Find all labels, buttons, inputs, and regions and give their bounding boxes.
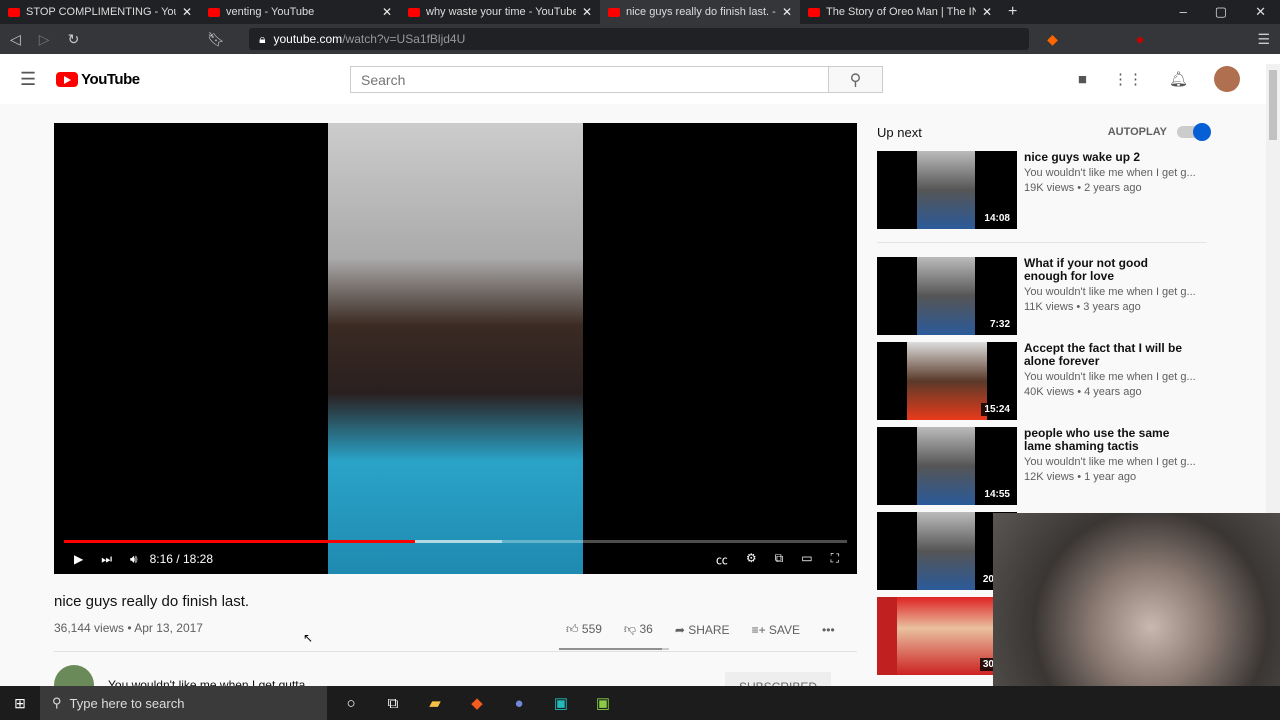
close-tab-icon[interactable]: ✕ (782, 5, 792, 19)
close-tab-icon[interactable]: ✕ (182, 5, 192, 19)
theater-mode-icon[interactable]: ▭ (801, 551, 812, 568)
avatar[interactable] (1214, 66, 1240, 92)
divider (54, 651, 857, 652)
youtube-logo[interactable]: YouTube (56, 71, 140, 88)
autoplay-label: AUTOPLAY (1107, 126, 1167, 138)
settings-gear-icon[interactable]: ⚙ (746, 551, 757, 568)
windows-start-icon[interactable]: ⊞ (0, 695, 40, 712)
browser-tab[interactable]: venting - YouTube ✕ (200, 0, 400, 24)
youtube-favicon-icon (208, 7, 220, 17)
search-box: ⚲ (350, 66, 883, 93)
forward-icon[interactable]: ▷ (39, 31, 50, 48)
cortana-icon[interactable]: ○ (341, 693, 361, 713)
video-player[interactable]: ▶ ⏭︎ 🔊︎ 8:16 / 18:28 ㏄ ⚙ ⧉ ▭ ⛶ (54, 123, 857, 574)
taskbar-search[interactable]: ⚲ Type here to search (40, 686, 327, 720)
lock-icon: 🔒︎ (259, 31, 266, 46)
fullscreen-icon[interactable]: ⛶ (831, 551, 839, 568)
search-input[interactable] (351, 67, 828, 92)
menu-icon[interactable]: ☰ (1257, 31, 1270, 48)
thumbs-down-icon: 👎︎ (623, 622, 637, 636)
next-icon[interactable]: ⏭︎ (101, 552, 112, 567)
new-tab-button[interactable]: + (1008, 3, 1017, 21)
back-icon[interactable]: ◁ (10, 31, 21, 48)
monitor-app-icon[interactable]: ▣ (551, 693, 571, 713)
search-icon: ⚲ (849, 71, 862, 89)
bookmark-icon[interactable]: 🔖︎ (207, 31, 225, 48)
video-title: nice guys really do finish last. (54, 593, 250, 610)
close-tab-icon[interactable]: ✕ (382, 5, 392, 19)
close-tab-icon[interactable]: ✕ (982, 5, 992, 19)
browser-tab[interactable]: why waste your time - YouTube ✕ (400, 0, 600, 24)
save-button[interactable]: ≡+ SAVE (752, 623, 800, 637)
discord-icon[interactable]: ● (509, 693, 529, 713)
more-actions-icon[interactable]: ••• (822, 623, 835, 637)
reload-icon[interactable]: ↻ (68, 31, 80, 48)
minimize-button[interactable]: – (1180, 4, 1187, 20)
notifications-bell-icon[interactable]: 🔔︎ (1169, 70, 1188, 88)
video-meta: 36,144 views • Apr 13, 2017 (54, 621, 203, 635)
thumbs-up-icon: 👍︎ (566, 622, 579, 636)
apps-grid-icon[interactable]: ⋮⋮ (1113, 70, 1143, 88)
mouse-cursor-icon: ↖ (303, 631, 314, 645)
brave-shield-icon[interactable]: ◆ (1047, 31, 1058, 48)
search-button[interactable]: ⚲ (828, 67, 882, 92)
task-view-icon[interactable]: ⧉ (383, 693, 403, 713)
captions-icon[interactable]: ㏄ (716, 551, 728, 568)
brave-browser-icon[interactable]: ◆ (467, 693, 487, 713)
url-field[interactable]: 🔒︎ youtube.com/watch?v=USa1fBljd4U (249, 28, 1030, 50)
youtube-favicon-icon (408, 7, 420, 17)
list-item[interactable]: 14:08 nice guys wake up 2 You wouldn't lik… (877, 151, 1196, 229)
search-icon: ⚲ (52, 695, 62, 710)
taskbar: ⊞ ⚲ Type here to search ○ ⧉ ▰ ◆ ● ▣ ▣ (0, 686, 1280, 720)
youtube-favicon-icon (8, 7, 20, 17)
close-window-button[interactable]: ✕ (1255, 4, 1266, 20)
hamburger-menu-icon[interactable]: ☰ (20, 69, 36, 90)
autoplay-toggle[interactable] (1177, 123, 1211, 141)
list-item[interactable]: 15:24 Accept the fact that I will be alon… (877, 342, 1196, 420)
extensions-icon[interactable]: ● (1136, 31, 1144, 47)
sentiment-bar (559, 648, 669, 650)
divider (877, 242, 1207, 243)
close-tab-icon[interactable]: ✕ (582, 5, 592, 19)
tab-strip: STOP COMPLIMENTING - YouTube✕ venting - … (0, 0, 1280, 24)
like-button[interactable]: 👍︎ 559 (566, 622, 602, 637)
browser-tab[interactable]: STOP COMPLIMENTING - YouTube✕ (0, 0, 200, 24)
maximize-button[interactable]: ▢ (1215, 4, 1227, 20)
progress-bar[interactable] (64, 540, 847, 543)
share-button[interactable]: ➦ SHARE (675, 623, 730, 637)
android-app-icon[interactable]: ▣ (593, 693, 613, 713)
dislike-button[interactable]: 👎︎ 36 (624, 622, 653, 637)
browser-tab-active[interactable]: nice guys really do finish last. - YouTu… (600, 0, 800, 24)
volume-icon[interactable]: 🔊︎ (130, 552, 138, 567)
up-next-panel: Up next AUTOPLAY 14:08 nice guys wake up … (877, 123, 1211, 675)
play-icon[interactable]: ▶ (74, 552, 83, 566)
list-item[interactable]: 7:32 What if your not good enough for lov… (877, 257, 1196, 335)
time-display: 8:16 / 18:28 (149, 552, 213, 566)
file-explorer-icon[interactable]: ▰ (425, 693, 445, 713)
create-video-icon[interactable]: ■ (1078, 71, 1087, 88)
youtube-favicon-icon (808, 7, 820, 17)
share-icon: ➦ (674, 622, 685, 637)
youtube-favicon-icon (608, 7, 620, 17)
browser-tab[interactable]: The Story of Oreo Man | The INCEL✕ (800, 0, 1000, 24)
address-bar-row: ◁ ▷ ↻ 🔖︎ 🔒︎ youtube.com/watch?v=USa1fBljd4U… (0, 24, 1280, 54)
playlist-add-icon: ≡+ (751, 622, 766, 637)
video-frame (328, 123, 583, 574)
miniplayer-icon[interactable]: ⧉ (775, 551, 784, 568)
up-next-label: Up next (877, 124, 922, 140)
list-item[interactable]: 14:55 people who use the same lame shamin… (877, 427, 1196, 505)
youtube-play-logo-icon (56, 71, 79, 87)
